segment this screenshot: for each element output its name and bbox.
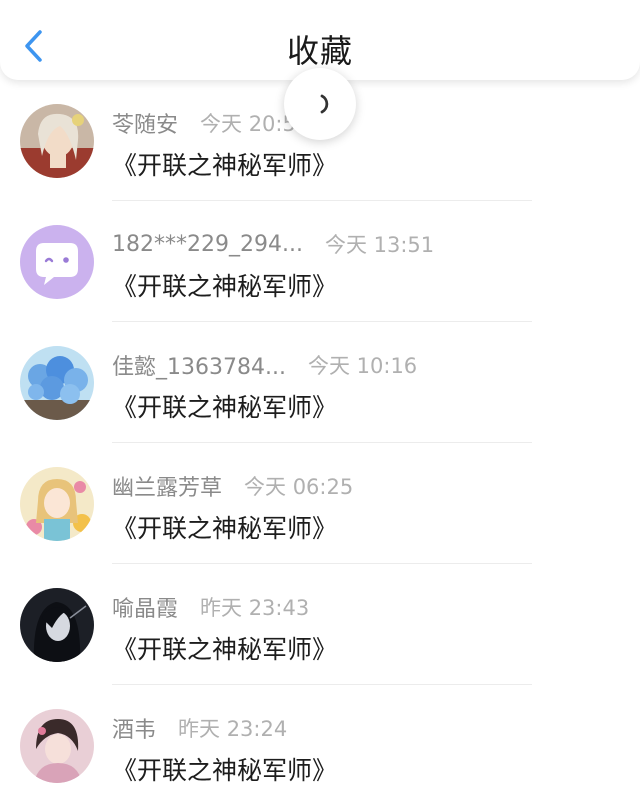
item-meta: 苓随安 今天 20:5 (112, 108, 296, 138)
anime-girl-avatar-icon (20, 104, 94, 178)
novel-title[interactable]: 《开联之神秘军师》 (112, 146, 337, 182)
avatar[interactable] (20, 588, 94, 662)
avatar[interactable] (20, 467, 94, 541)
dark-portrait-avatar-icon (20, 588, 94, 662)
novel-title[interactable]: 《开联之神秘军师》 (112, 267, 337, 303)
avatar[interactable] (20, 346, 94, 420)
username[interactable]: 喻晶霞 (112, 591, 178, 623)
avatar[interactable] (20, 225, 94, 299)
novel-title[interactable]: 《开联之神秘军师》 (112, 388, 337, 424)
timestamp: 今天 10:16 (307, 354, 418, 378)
avatar[interactable] (20, 104, 94, 178)
username[interactable]: 幽兰露芳草 (112, 470, 222, 502)
item-meta: 佳懿_1363784... 今天 10:16 (112, 350, 417, 380)
blue-flowers-avatar-icon (20, 346, 94, 420)
item-meta: 182***229_294... 今天 13:51 (112, 229, 434, 259)
list-item[interactable]: 182***229_294... 今天 13:51 《开联之神秘军师》 (0, 201, 640, 322)
username[interactable]: 佳懿_1363784... (112, 349, 286, 381)
chat-bubble-avatar-icon (20, 225, 94, 299)
page-title: 收藏 (286, 32, 353, 70)
username[interactable]: 苓随安 (112, 107, 178, 139)
timestamp: 昨天 23:24 (178, 717, 288, 741)
username[interactable]: 182***229_294... (112, 232, 303, 257)
loading-spinner-icon (320, 94, 329, 114)
loading-spinner (284, 68, 356, 140)
favorites-list: 苓随安 今天 20:5 《开联之神秘军师》 182***229_294... 今… (0, 80, 640, 801)
girl-portrait-avatar-icon (20, 709, 94, 783)
list-item[interactable]: 喻晶霞 昨天 23:43 《开联之神秘军师》 (0, 564, 640, 685)
item-meta: 喻晶霞 昨天 23:43 (112, 592, 309, 622)
timestamp: 今天 20:5 (200, 112, 296, 136)
list-item[interactable]: 佳懿_1363784... 今天 10:16 《开联之神秘军师》 (0, 322, 640, 443)
item-meta: 酒韦 昨天 23:24 (112, 713, 287, 743)
list-item[interactable]: 幽兰露芳草 今天 06:25 《开联之神秘军师》 (0, 443, 640, 564)
timestamp: 今天 06:25 (244, 475, 354, 499)
novel-title[interactable]: 《开联之神秘军师》 (112, 509, 337, 545)
timestamp: 昨天 23:43 (200, 596, 310, 620)
novel-title[interactable]: 《开联之神秘军师》 (112, 751, 337, 787)
item-meta: 幽兰露芳草 今天 06:25 (112, 471, 353, 501)
novel-title[interactable]: 《开联之神秘军师》 (112, 630, 337, 666)
username[interactable]: 酒韦 (112, 712, 156, 744)
list-item[interactable]: 酒韦 昨天 23:24 《开联之神秘军师》 (0, 685, 640, 801)
avatar[interactable] (20, 709, 94, 783)
anime-girl-avatar-icon (20, 467, 94, 541)
timestamp: 今天 13:51 (324, 233, 435, 257)
